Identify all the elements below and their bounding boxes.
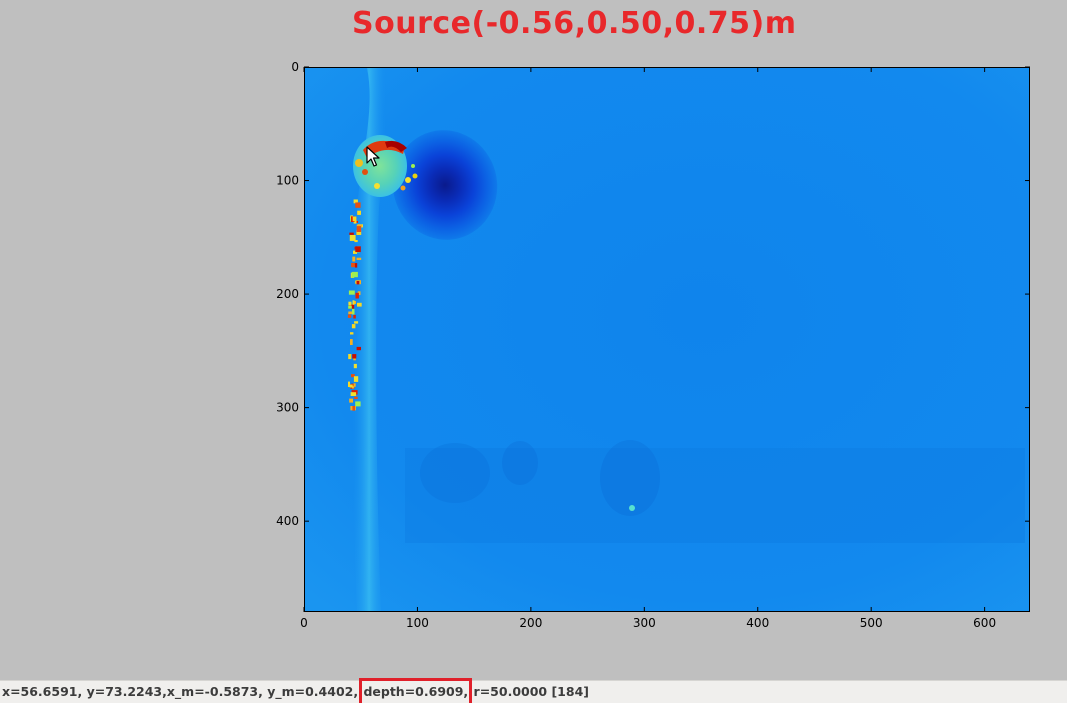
depth-noise-pixel xyxy=(356,281,360,285)
y-tick-label: 200 xyxy=(276,287,299,301)
depth-noise-pixel xyxy=(352,271,358,278)
depth-noise-pixel xyxy=(352,256,356,262)
status-radius: r=50.0000 [184] xyxy=(473,684,589,699)
x-tick-label: 100 xyxy=(406,616,429,630)
y-tick-label: 400 xyxy=(276,514,299,528)
depth-noise-pixel xyxy=(354,396,358,399)
x-tick-label: 600 xyxy=(973,616,996,630)
depth-noise-pixel xyxy=(354,240,358,243)
x-tick-label: 0 xyxy=(300,616,308,630)
depth-noise-pixel xyxy=(348,311,353,315)
y-tick-label: 300 xyxy=(276,401,299,415)
depth-noise-pixel xyxy=(355,202,361,208)
depth-noise-pixel xyxy=(356,226,362,232)
depth-noise-pixel xyxy=(356,257,362,260)
depth-noise-pixel xyxy=(348,290,355,295)
depth-noise-pixel xyxy=(354,321,359,324)
depth-image xyxy=(305,68,1029,611)
status-depth-highlighted: depth=0.6909, xyxy=(359,678,473,703)
x-tick-label: 500 xyxy=(860,616,883,630)
overlay-title: Source(-0.56,0.50,0.75)m xyxy=(352,6,797,41)
depth-noise-pixel xyxy=(349,384,353,388)
depth-noise-pixel xyxy=(355,292,359,299)
depth-noise-pixel xyxy=(348,354,352,360)
depth-noise-pixel xyxy=(357,302,362,307)
depth-noise-pixel xyxy=(352,354,357,359)
depth-noise-pixel xyxy=(350,392,357,396)
depth-noise-pixel xyxy=(350,332,354,335)
depth-noise-pixel xyxy=(348,306,352,309)
depth-noise-pixel xyxy=(348,301,352,306)
depth-noise-pixel xyxy=(349,398,353,403)
depth-noise-pixel xyxy=(355,246,361,253)
depth-noise-pixel xyxy=(352,406,355,411)
depth-noise-pixel xyxy=(350,339,353,345)
depth-noise-pixel xyxy=(351,262,356,268)
depth-noise-pixel xyxy=(354,263,358,268)
status-bar: x=56.6591, y=73.2243,x_m=-0.5873, y_m=0.… xyxy=(0,678,1067,703)
depth-image-plot[interactable] xyxy=(304,67,1030,612)
depth-noise-pixel xyxy=(347,314,352,318)
depth-noise-pixel xyxy=(353,376,359,382)
y-tick-label: 100 xyxy=(276,174,299,188)
depth-noise-pixel xyxy=(349,232,354,235)
x-tick-label: 200 xyxy=(519,616,542,630)
x-tick-label: 400 xyxy=(746,616,769,630)
depth-noise-pixel xyxy=(348,381,350,387)
arrow-cursor-icon xyxy=(366,146,380,167)
depth-noise-pixel xyxy=(355,401,361,407)
depth-noise-pixel xyxy=(352,308,355,315)
depth-noise-pixel xyxy=(352,216,357,222)
depth-noise-pixel xyxy=(357,210,361,215)
depth-noise-pixel xyxy=(353,314,356,319)
status-coordinates: x=56.6591, y=73.2243,x_m=-0.5873, y_m=0.… xyxy=(2,684,359,699)
depth-noise-pixel xyxy=(351,324,356,329)
figure-canvas[interactable]: Source(-0.56,0.50,0.75)m 0 100 200 300 4… xyxy=(0,0,1067,680)
depth-noise-pixel xyxy=(356,346,361,351)
y-tick-label: 0 xyxy=(291,60,299,74)
depth-noise-pixel xyxy=(352,300,355,305)
x-tick-label: 300 xyxy=(633,616,656,630)
depth-noise-pixel xyxy=(353,363,357,369)
